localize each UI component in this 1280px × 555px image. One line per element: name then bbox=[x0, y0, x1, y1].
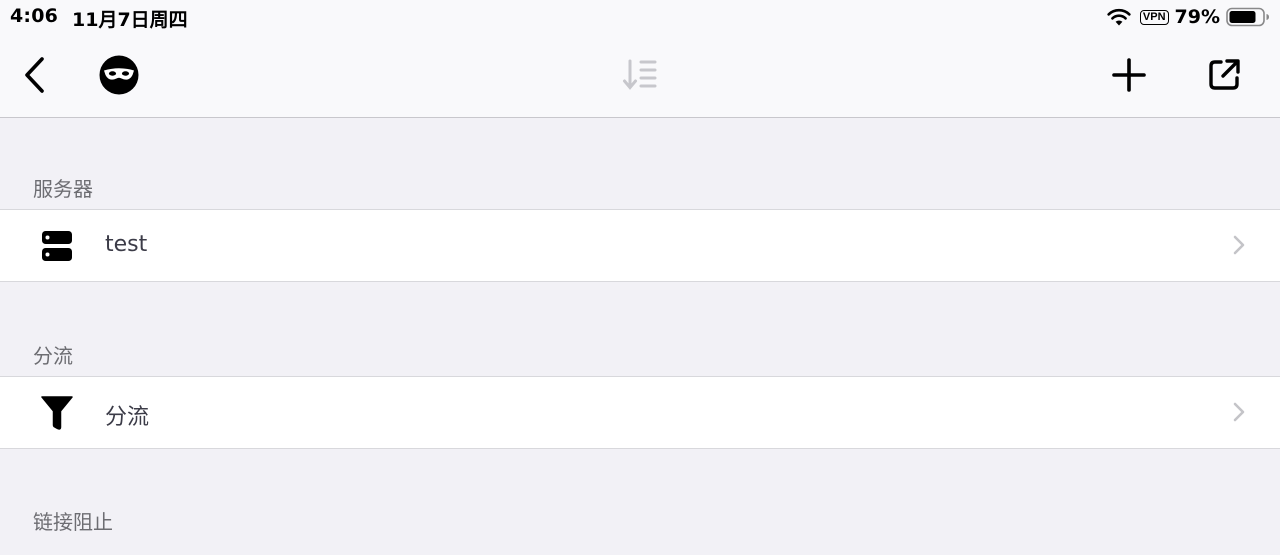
status-date: 11月7日周四 bbox=[72, 9, 188, 31]
navigation-bar bbox=[0, 34, 1280, 118]
vpn-badge: VPN bbox=[1139, 9, 1169, 25]
list-item-label: 分流 bbox=[105, 405, 150, 430]
section-header-servers: 服务器 bbox=[33, 177, 93, 201]
wifi-icon bbox=[1107, 8, 1131, 26]
status-bar: 4:06 11月7日周四 VPN 79% bbox=[0, 0, 1280, 34]
section-header-routing: 分流 bbox=[33, 344, 73, 368]
sort-button[interactable] bbox=[620, 56, 660, 94]
incognito-button[interactable] bbox=[98, 54, 140, 96]
chevron-left-icon bbox=[25, 57, 44, 93]
incognito-mask-icon bbox=[99, 55, 139, 95]
list-item-label: test bbox=[105, 232, 148, 257]
open-external-button[interactable] bbox=[1203, 54, 1245, 96]
list-item-routing[interactable]: 分流 bbox=[0, 376, 1280, 449]
external-link-icon bbox=[1209, 59, 1240, 90]
battery-percentage: 79% bbox=[1174, 6, 1220, 28]
filter-icon bbox=[38, 394, 76, 432]
back-button[interactable] bbox=[14, 54, 54, 96]
server-icon bbox=[38, 227, 76, 265]
status-indicators: VPN 79% bbox=[1106, 5, 1270, 29]
chevron-right-icon bbox=[1233, 235, 1245, 255]
add-button[interactable] bbox=[1108, 54, 1150, 96]
plus-icon bbox=[1112, 58, 1146, 92]
status-time: 4:06 bbox=[10, 5, 59, 27]
sort-icon bbox=[623, 59, 657, 90]
list-item-server[interactable]: test bbox=[0, 209, 1280, 282]
chevron-right-icon bbox=[1233, 402, 1245, 422]
section-header-link-blocking: 链接阻止 bbox=[33, 510, 113, 534]
battery-icon bbox=[1226, 7, 1269, 27]
